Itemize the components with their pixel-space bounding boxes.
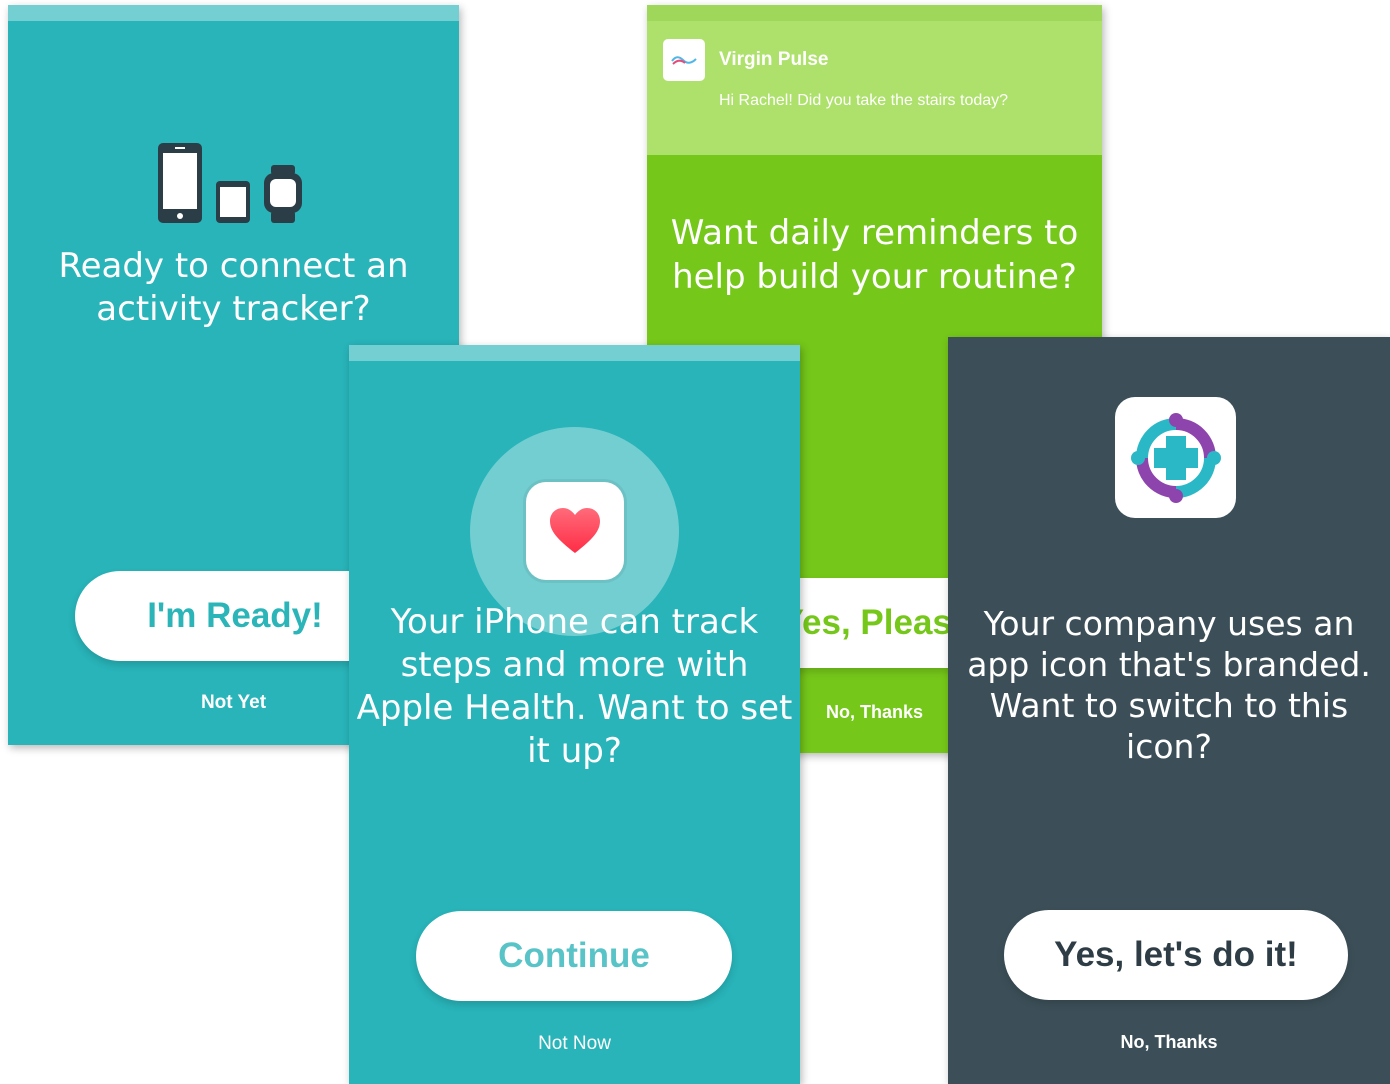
status-bar — [349, 345, 800, 361]
health-headline: Your iPhone can track steps and more wit… — [356, 602, 793, 771]
reminders-headline: Want daily reminders to help build your … — [670, 213, 1079, 297]
brand-headline: Your company uses an app icon that's bra… — [967, 604, 1371, 766]
yes-lets-do-it-button[interactable]: Yes, let's do it! — [1004, 910, 1348, 1000]
continue-button[interactable]: Continue — [416, 911, 732, 1001]
branded-app-icon — [1115, 397, 1236, 518]
apple-health-heart-icon — [526, 482, 624, 580]
tracker-headline: Ready to connect an activity tracker? — [58, 246, 409, 329]
not-now-link[interactable]: Not Now — [349, 1033, 800, 1055]
im-ready-button[interactable]: I'm Ready! — [75, 571, 395, 661]
devices-icon — [158, 143, 302, 223]
status-bar — [8, 5, 459, 21]
notification-app-name: Virgin Pulse — [719, 49, 829, 70]
virgin-pulse-logo-icon — [663, 39, 705, 81]
push-notification[interactable]: Virgin Pulse Hi Rachel! Did you take the… — [647, 5, 1102, 155]
apple-health-card: Your iPhone can track steps and more wit… — [349, 345, 800, 1084]
no-thanks-link[interactable]: No, Thanks — [948, 1032, 1390, 1053]
branded-icon-card: Your company uses an app icon that's bra… — [948, 337, 1390, 1084]
notification-message: Hi Rachel! Did you take the stairs today… — [719, 92, 1009, 109]
